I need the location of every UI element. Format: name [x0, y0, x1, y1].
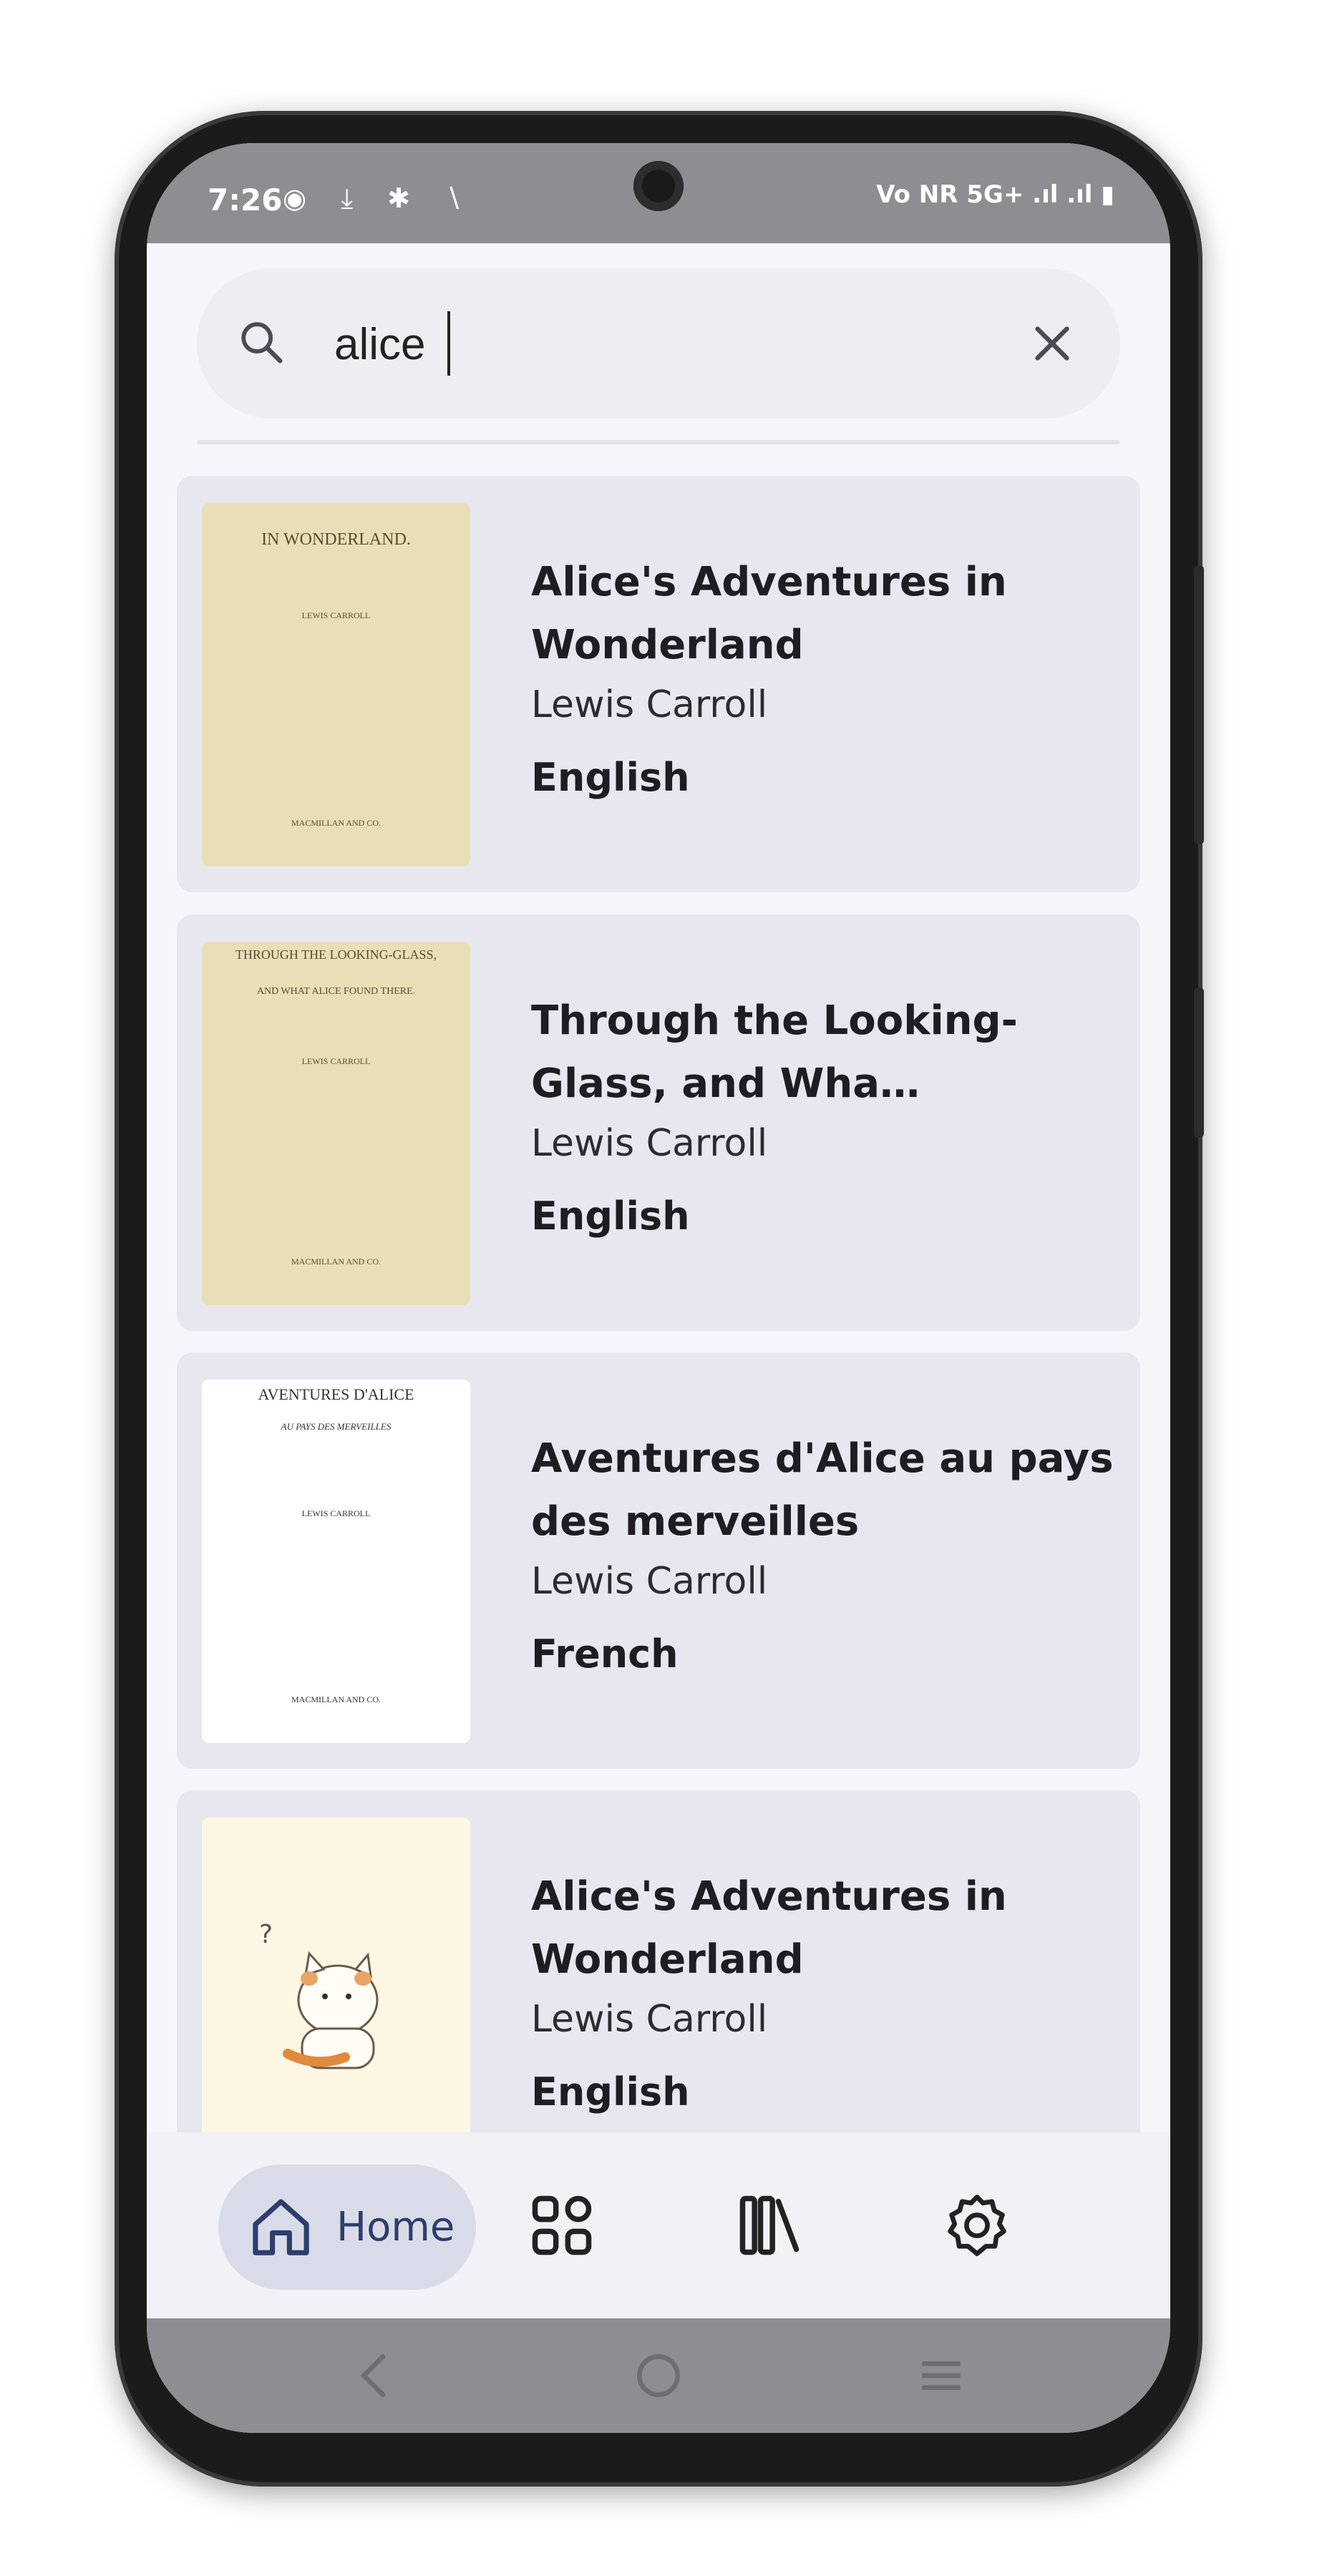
book-language: English	[531, 755, 690, 800]
book-cover: IN WONDERLAND. LEWIS CARROLL MACMILLAN A…	[202, 503, 470, 867]
status-right-icons: Vo NR 5G+ .ıl .ıl ▮	[876, 180, 1114, 209]
grid-icon[interactable]	[526, 2190, 598, 2261]
list-item[interactable]: AVENTURES D'ALICE AU PAYS DES MERVEILLES…	[177, 1352, 1140, 1769]
library-icon[interactable]	[734, 2190, 805, 2261]
screen: 7:26 ◉ ⤓ ✱ ∖ Vo NR 5G+ .ıl .ıl ▮ IN WOND…	[147, 143, 1170, 2433]
cover-text: ?	[259, 1920, 273, 1949]
list-item[interactable]: THROUGH THE LOOKING-GLASS, AND WHAT ALIC…	[177, 914, 1140, 1331]
search-divider	[197, 440, 1120, 444]
book-cover: ?	[202, 1818, 470, 2181]
cover-text: LEWIS CARROLL	[301, 610, 371, 620]
nav-home[interactable]: Home	[218, 2165, 476, 2290]
nav-home-label: Home	[336, 2204, 455, 2250]
system-nav-bar	[147, 2318, 1170, 2433]
power-button	[1194, 987, 1204, 1138]
book-language: English	[531, 1194, 690, 1239]
book-language: English	[531, 2069, 690, 2114]
cover-text: IN WONDERLAND.	[261, 530, 411, 549]
text-caret	[447, 311, 450, 376]
book-author: Lewis Carroll	[531, 1998, 768, 2041]
camera-icon	[633, 161, 684, 211]
home-button-icon[interactable]	[630, 2347, 687, 2404]
book-title: Through the Looking-Glass, and Wha…	[531, 997, 1018, 1107]
home-icon	[253, 2199, 309, 2255]
cat-illustration: ?	[259, 1920, 379, 2069]
status-left-icons: ◉ ⤓ ✱ ∖	[283, 182, 475, 214]
status-bar: 7:26 ◉ ⤓ ✱ ∖ Vo NR 5G+ .ıl .ıl ▮	[147, 143, 1170, 243]
status-time: 7:26	[208, 182, 283, 218]
cover-text: AVENTURES D'ALICE	[258, 1385, 414, 1403]
search-icon	[241, 322, 283, 364]
bottom-navigation: Home	[147, 2132, 1170, 2318]
search-input[interactable]	[333, 304, 980, 384]
book-title: Aventures d'Alice au pays des merveilles	[531, 1435, 1114, 1545]
book-title: Alice's Adventures in Wonderland	[531, 1873, 1007, 1983]
list-item[interactable]: IN WONDERLAND. LEWIS CARROLL MACMILLAN A…	[177, 476, 1140, 892]
back-icon[interactable]	[347, 2347, 404, 2404]
settings-icon[interactable]	[941, 2190, 1013, 2261]
cover-text: MACMILLAN AND CO.	[291, 818, 381, 828]
book-cover: THROUGH THE LOOKING-GLASS, AND WHAT ALIC…	[202, 942, 470, 1305]
cover-text: MACMILLAN AND CO.	[291, 1257, 381, 1267]
book-author: Lewis Carroll	[531, 1122, 768, 1165]
close-icon[interactable]	[1027, 318, 1077, 369]
cover-text: THROUGH THE LOOKING-GLASS,	[235, 947, 437, 962]
cover-text: AU PAYS DES MERVEILLES	[281, 1421, 392, 1432]
cover-text: AND WHAT ALICE FOUND THERE.	[256, 986, 416, 997]
recents-icon[interactable]	[913, 2347, 970, 2404]
book-author: Lewis Carroll	[531, 683, 768, 726]
cover-text: MACMILLAN AND CO.	[291, 1694, 381, 1704]
book-cover: AVENTURES D'ALICE AU PAYS DES MERVEILLES…	[202, 1380, 470, 1743]
cover-text: LEWIS CARROLL	[301, 1056, 371, 1066]
book-language: French	[531, 1631, 679, 1677]
book-author: Lewis Carroll	[531, 1560, 768, 1603]
book-title: Alice's Adventures in Wonderland	[531, 559, 1007, 668]
search-bar[interactable]	[197, 268, 1120, 419]
cover-text: LEWIS CARROLL	[301, 1508, 371, 1518]
volume-button	[1194, 565, 1204, 844]
